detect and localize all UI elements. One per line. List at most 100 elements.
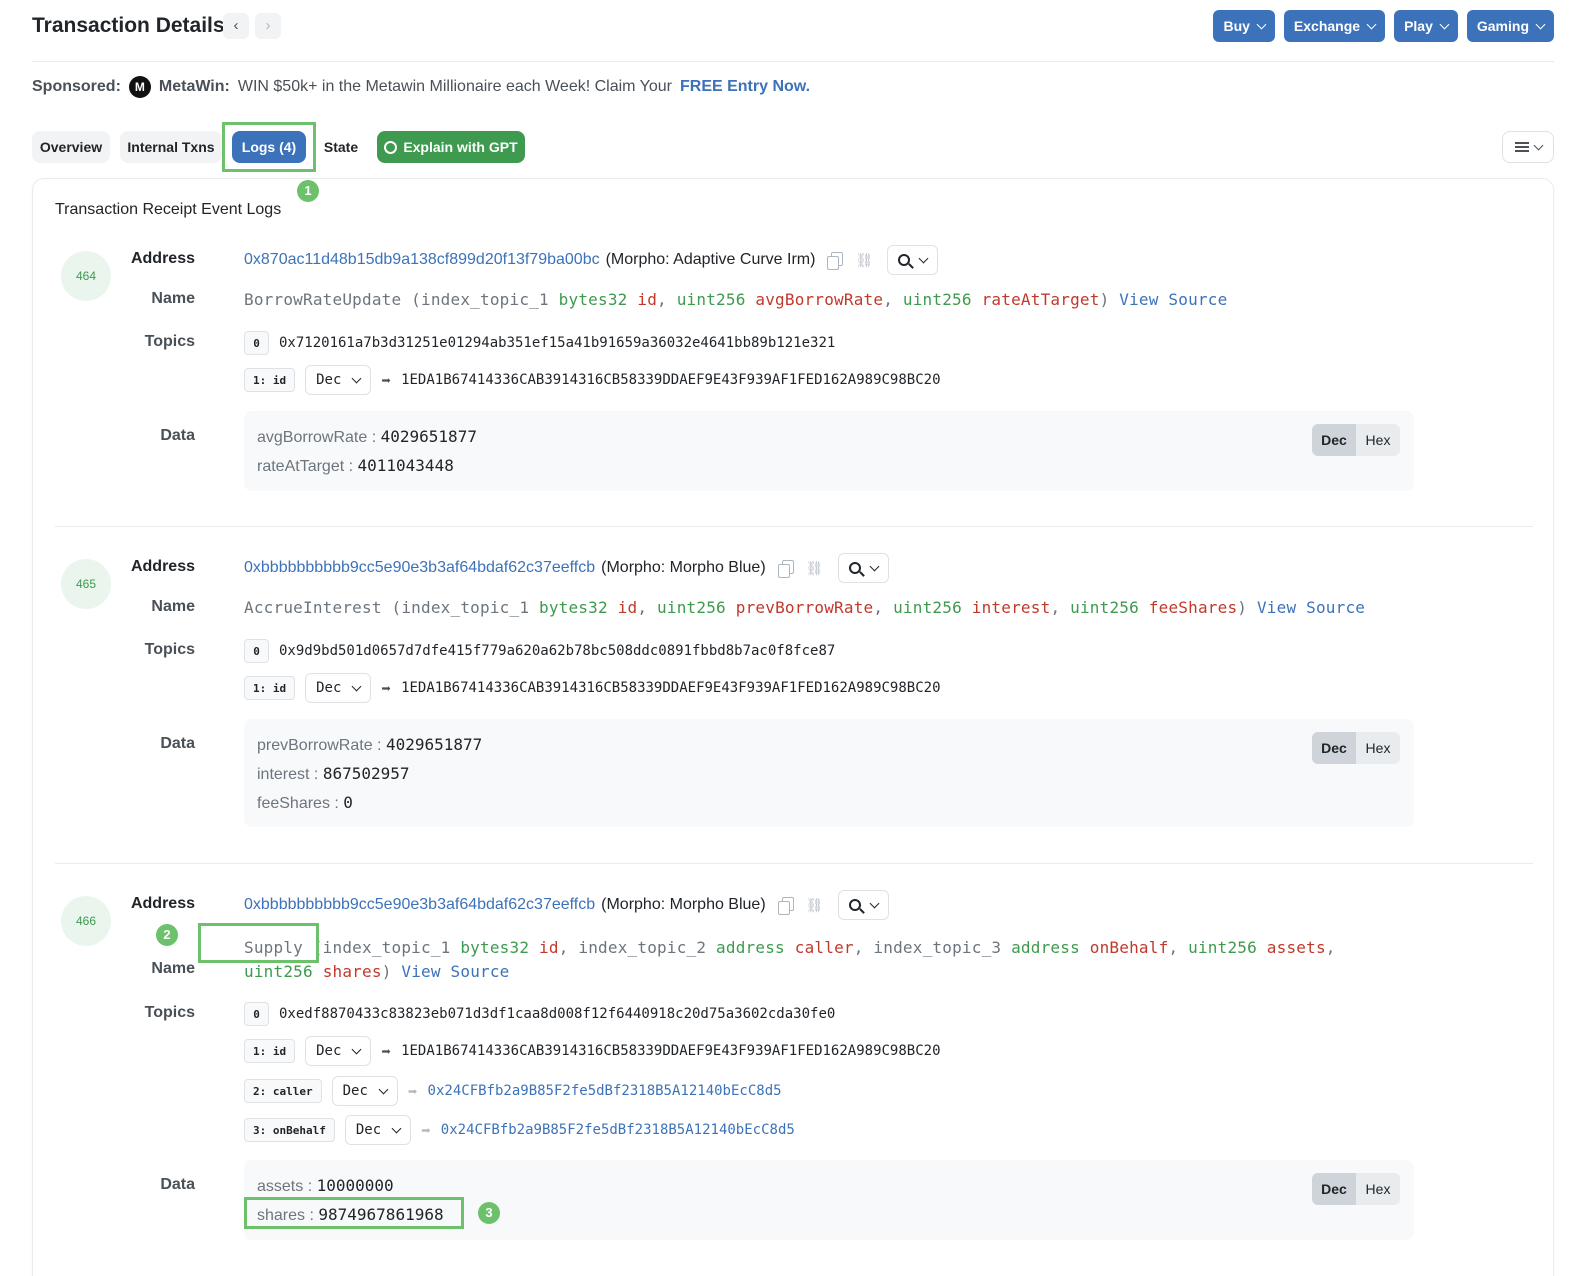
param-type: bytes32 [539,598,608,617]
data-field: rateAtTarget : 4011043448 [257,456,454,475]
log-divider [55,863,1533,864]
topic-address-link[interactable]: 0x24CFBfb2a9B85F2fe5dBf2318B5A12140bEcC8… [441,1122,795,1138]
link-icon[interactable]: ⛓ [855,252,873,268]
explain-with-gpt-button[interactable]: Explain with GPT [377,131,525,163]
gpt-label: Explain with GPT [403,139,518,155]
tab-internal-txns[interactable]: Internal Txns [120,131,222,163]
topic-address-link[interactable]: 0x24CFBfb2a9B85F2fe5dBf2318B5A12140bEcC8… [428,1083,782,1099]
chevron-down-icon [351,373,362,383]
arrow-right-icon: ➡ [381,1041,392,1061]
address-name: (Morpho: Morpho Blue) [601,896,766,913]
param-name: id [539,938,559,957]
view-source-link[interactable]: View Source [401,962,509,981]
annotation-box-event-name [198,923,319,963]
link-icon[interactable]: ⛓ [806,560,824,576]
topic-row-1: 1: id Dec ➡ 1EDA1B67414336CAB3914316CB58… [244,1036,941,1066]
zoom-in-icon [848,562,861,574]
zoom-dropdown[interactable] [837,553,889,583]
topic-row-2: 2: caller Dec ➡ 0x24CFBfb2a9B85F2fe5dBf2… [244,1076,782,1106]
annotation-marker-3: 3 [478,1202,500,1224]
data-value: 4029651877 [380,427,477,446]
play-menu[interactable]: Play [1394,10,1458,42]
topic-format-select[interactable]: Dec [305,1036,372,1066]
dec-hex-toggle: Dec Hex [1312,424,1400,456]
data-value: 867502957 [322,764,410,783]
param-indexed: index_topic_3 [873,938,1002,957]
dec-hex-toggle: Dec Hex [1312,1173,1400,1205]
dec-button[interactable]: Dec [1312,1173,1356,1205]
format-value: Dec [355,1122,382,1138]
next-transaction-button[interactable]: › [255,13,281,39]
address-link[interactable]: 0xbbbbbbbbbb9cc5e90e3b3af64bdaf62c37eeff… [244,896,595,914]
data-key: avgBorrowRate [257,429,368,446]
metawin-logo: M [128,76,151,98]
annotation-box-shares [244,1197,464,1229]
link-icon[interactable]: ⛓ [806,897,824,913]
topics-label: Topics [144,1004,195,1021]
address-label: Address [130,558,195,575]
data-value: 0 [343,793,353,812]
event-signature: Supply (index_topic_1 bytes32 id, index_… [244,938,1336,981]
copy-icon[interactable] [777,897,794,915]
topic-format-select[interactable]: Dec [331,1076,398,1106]
view-source-link[interactable]: View Source [1119,290,1227,309]
buy-menu[interactable]: Buy [1213,10,1275,42]
data-field: assets : 10000000 [257,1176,394,1195]
copy-icon[interactable] [777,560,794,578]
topic-index-badge: 2: caller [244,1079,322,1103]
name-label: Name [151,960,195,977]
topic-format-select[interactable]: Dec [305,365,372,395]
view-options-button[interactable] [1502,131,1554,163]
annotation-marker-2: 2 [156,924,178,946]
address-link[interactable]: 0x870ac11d48b15db9a138cf899d20f13f79ba00… [244,251,600,269]
copy-icon[interactable] [827,252,844,270]
topic-index-badge: 0 [244,1002,269,1026]
topic-format-select[interactable]: Dec [305,673,372,703]
dec-button[interactable]: Dec [1312,424,1356,456]
sponsor-cta-link[interactable]: FREE Entry Now. [680,78,810,96]
gaming-label: Gaming [1476,18,1529,34]
topic-value: 0x7120161a7b3d31251e01294ab351ef15a41b91… [279,335,836,351]
param-type: uint256 [657,598,726,617]
tab-overview[interactable]: Overview [32,131,110,163]
page-title: Transaction Details [32,14,225,37]
event-name: BorrowRateUpdate [244,290,402,309]
sponsor-brand: MetaWin: [158,78,230,95]
zoom-dropdown[interactable] [887,245,939,275]
dec-button[interactable]: Dec [1312,732,1356,764]
tab-state[interactable]: State [316,131,366,163]
param-type: bytes32 [558,290,628,309]
arrow-right-icon: ➡ [381,678,392,698]
topic-index-badge: 0 [244,331,269,355]
hex-button[interactable]: Hex [1356,732,1400,764]
hex-button[interactable]: Hex [1356,424,1400,456]
param-name: caller [794,938,854,957]
param-indexed: index_topic_1 [401,598,530,617]
address-link[interactable]: 0xbbbbbbbbbb9cc5e90e3b3af64bdaf62c37eeff… [244,559,595,577]
param-type: uint256 [676,290,746,309]
address-row: 0xbbbbbbbbbb9cc5e90e3b3af64bdaf62c37eeff… [244,553,889,583]
prev-transaction-button[interactable]: ‹ [223,13,249,39]
topic-row-1: 1: id Dec ➡ 1EDA1B67414336CAB3914316CB58… [244,365,941,395]
chevron-down-icon [919,253,929,263]
chevron-down-icon [1439,19,1450,29]
data-value: 4029651877 [385,735,483,754]
topics-label: Topics [144,641,195,658]
view-source-link[interactable]: View Source [1257,598,1365,617]
param-indexed: index_topic_1 [421,290,549,309]
list-view-icon [1514,142,1529,152]
hex-button[interactable]: Hex [1356,1173,1400,1205]
chevron-down-icon [1256,19,1267,29]
zoom-dropdown[interactable] [837,890,889,920]
sponsored-banner: Sponsored: M MetaWin: WIN $50k+ in the M… [32,76,810,98]
param-name: id [637,290,658,309]
topic-format-select[interactable]: Dec [344,1115,412,1145]
data-value: 4011043448 [357,456,454,475]
chevron-down-icon [1535,19,1546,29]
exchange-menu[interactable]: Exchange [1283,10,1386,42]
param-type: address [716,938,785,957]
arrow-right-icon: ➡ [407,1081,418,1101]
chevron-down-icon [351,681,362,691]
format-value: Dec [316,680,342,696]
gaming-menu[interactable]: Gaming [1466,10,1554,42]
